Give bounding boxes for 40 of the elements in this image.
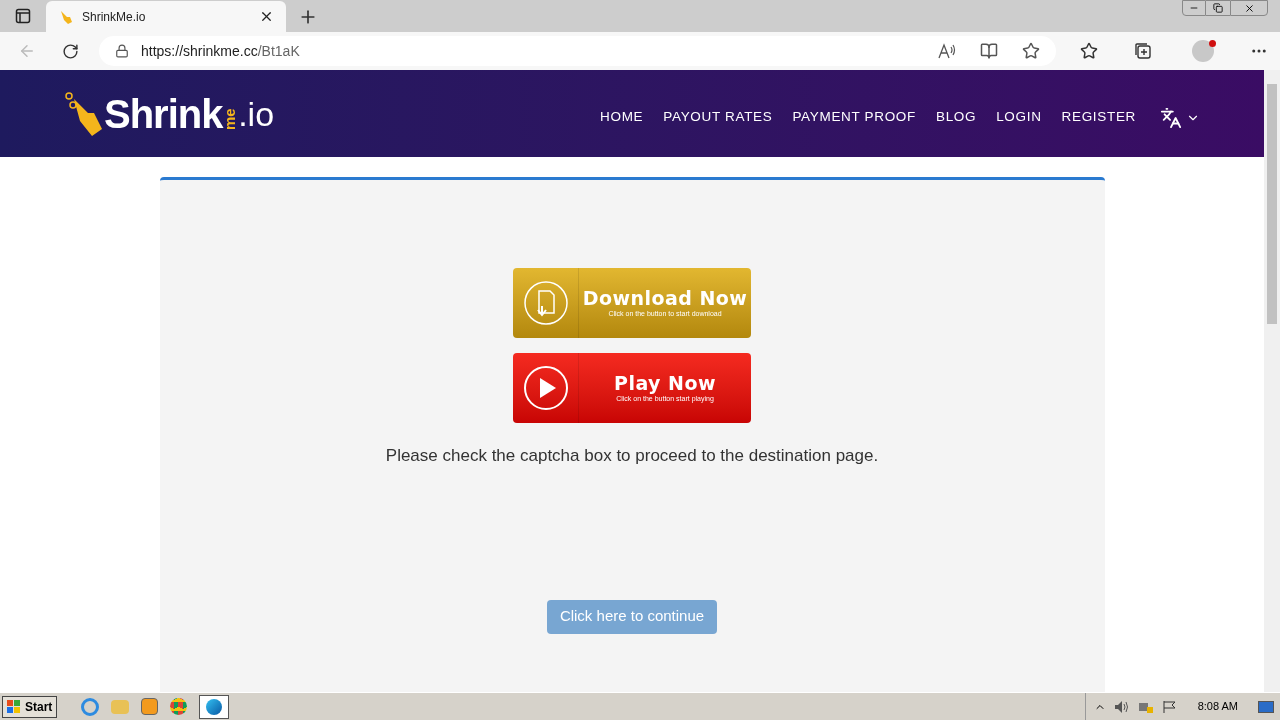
clock[interactable]: 8:08 AM — [1197, 698, 1238, 715]
edge-taskbar-button[interactable] — [199, 694, 230, 719]
start-button[interactable]: Start — [2, 695, 58, 718]
show-desktop-icon[interactable] — [1258, 700, 1274, 713]
logo-text: Shrink — [104, 93, 223, 134]
reload-icon[interactable] — [62, 42, 79, 60]
close-icon[interactable] — [259, 9, 274, 24]
nav-link[interactable]: PAYMENT PROOF — [792, 107, 916, 128]
minimize-button[interactable] — [1182, 0, 1206, 16]
banner-title: Play Now — [614, 374, 716, 393]
nav-link[interactable]: BLOG — [935, 107, 977, 128]
url-text: https://shrinkme.cc/Bt1aK — [141, 41, 301, 61]
nav-link[interactable]: PAYOUT RATES — [663, 107, 773, 128]
restore-icon — [1213, 3, 1223, 13]
play-icon — [522, 365, 569, 411]
banner-title: Download Now — [582, 289, 748, 308]
restore-button[interactable] — [1206, 0, 1230, 16]
flag-icon[interactable] — [1161, 699, 1178, 714]
lock-icon — [115, 44, 129, 58]
window-close-button[interactable] — [1230, 0, 1268, 16]
nav-link[interactable]: LOGIN — [996, 107, 1042, 128]
reader-icon[interactable] — [980, 42, 998, 60]
windows-logo-icon — [7, 699, 21, 714]
captcha-message: Please check the captcha box to proceed to the destination page. — [385, 445, 879, 467]
speaker-icon[interactable] — [1113, 699, 1130, 714]
address-bar[interactable]: https://shrinkme.cc/Bt1aK — [99, 36, 1056, 66]
profile-avatar[interactable] — [1192, 40, 1214, 62]
close-icon — [1243, 2, 1255, 14]
collections-icon[interactable] — [1134, 42, 1152, 60]
language-icon[interactable] — [1160, 106, 1182, 129]
logo-suffix: .io — [238, 96, 275, 131]
read-aloud-icon[interactable] — [938, 43, 956, 59]
favorites-icon[interactable] — [1080, 42, 1098, 60]
scrollbar[interactable] — [1264, 70, 1280, 692]
nav-link[interactable]: HOME — [600, 107, 644, 128]
document-download-icon — [522, 280, 569, 326]
browser-tab[interactable]: ShrinkMe.io — [46, 1, 286, 32]
nav-link[interactable]: REGISTER — [1061, 107, 1136, 128]
favorite-add-icon[interactable] — [1022, 42, 1040, 60]
tab-title: ShrinkMe.io — [82, 8, 147, 26]
